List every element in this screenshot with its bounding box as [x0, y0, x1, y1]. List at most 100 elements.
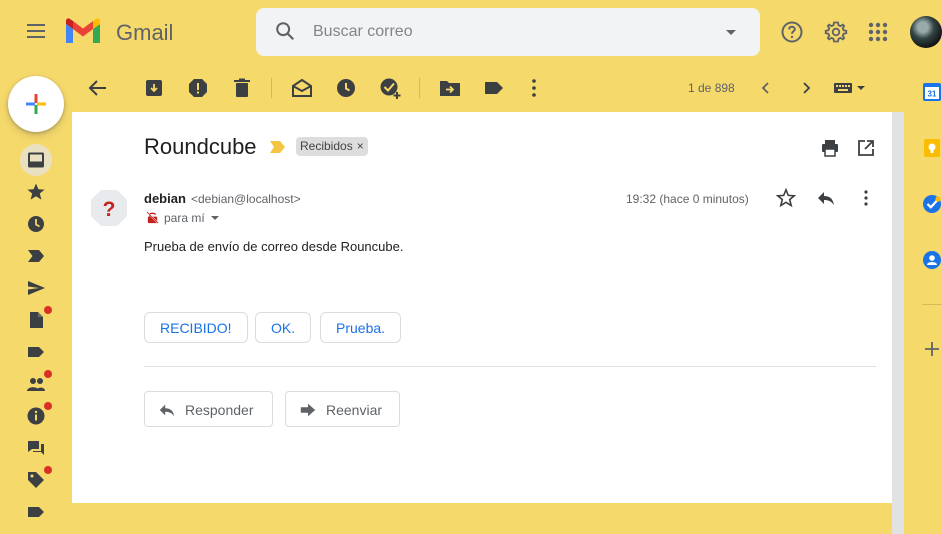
top-bar: Gmail Buscar correo	[0, 0, 942, 64]
draft-icon	[30, 312, 43, 328]
brand-name: Gmail	[116, 20, 174, 45]
label-icon	[28, 507, 44, 517]
nav-starred[interactable]	[20, 178, 52, 206]
star-outline-icon[interactable]	[776, 188, 796, 208]
nav-drafts[interactable]	[20, 306, 52, 334]
forward-label: Reenviar	[326, 402, 383, 418]
remove-label-close-icon[interactable]: ×	[357, 139, 364, 153]
search-input[interactable]: Buscar correo	[313, 23, 413, 41]
forward-button[interactable]: Reenviar	[285, 391, 400, 427]
nav-label-2[interactable]	[20, 498, 52, 526]
notification-dot	[44, 370, 52, 378]
nav-important[interactable]	[20, 242, 52, 270]
label-icon	[28, 347, 44, 357]
account-avatar[interactable]	[910, 16, 942, 48]
message-view: Roundcube Recibidos × ? debian <debian@lo…	[72, 112, 892, 503]
add-task-icon[interactable]	[378, 76, 402, 100]
side-panel: 31	[904, 64, 942, 534]
notification-dot	[44, 466, 52, 474]
compose-button[interactable]	[8, 76, 64, 132]
search-options-chevron-icon[interactable]	[726, 30, 736, 35]
svg-text:?: ?	[103, 198, 116, 221]
people-icon	[27, 378, 45, 391]
tasks-icon[interactable]	[922, 194, 942, 214]
left-nav	[0, 64, 72, 534]
reply-icon	[159, 404, 175, 417]
smart-reply-button[interactable]: RECIBIDO!	[144, 312, 248, 343]
print-icon[interactable]	[820, 138, 840, 158]
report-spam-icon[interactable]	[186, 76, 210, 100]
delete-icon[interactable]	[230, 76, 254, 100]
add-addon-plus-icon[interactable]	[922, 339, 942, 359]
keep-icon[interactable]	[922, 138, 942, 158]
contacts-icon[interactable]	[922, 250, 942, 270]
message-toolbar: 1 de 898	[72, 64, 892, 112]
nav-forums[interactable]	[20, 434, 52, 462]
forward-icon	[300, 403, 316, 417]
back-arrow-icon[interactable]	[86, 76, 110, 100]
notification-dot	[44, 306, 52, 314]
nav-snoozed[interactable]	[20, 210, 52, 238]
svg-text:31: 31	[928, 90, 937, 99]
divider	[922, 304, 942, 305]
tag-icon	[28, 472, 44, 488]
gmail-logo-icon	[66, 18, 100, 43]
search-bar[interactable]: Buscar correo	[256, 8, 760, 56]
archive-icon[interactable]	[142, 76, 166, 100]
info-icon	[27, 407, 45, 425]
important-marker-icon[interactable]	[270, 141, 286, 153]
send-icon	[28, 281, 45, 295]
label-chip-inbox[interactable]: Recibidos ×	[296, 137, 368, 156]
apps-grid-icon[interactable]	[866, 20, 890, 44]
more-vert-icon[interactable]	[522, 76, 546, 100]
main-menu-button[interactable]	[24, 20, 48, 44]
open-new-window-icon[interactable]	[856, 138, 876, 158]
compose-plus-icon	[26, 94, 46, 114]
mark-unread-icon[interactable]	[290, 76, 314, 100]
reply-button[interactable]: Responder	[144, 391, 273, 427]
search-icon[interactable]	[274, 20, 296, 42]
older-chevron-right-icon[interactable]	[794, 76, 818, 100]
pagination-count: 1 de 898	[688, 81, 735, 95]
more-vert-icon[interactable]	[856, 188, 876, 208]
message-body: Prueba de envío de correo desde Rouncube…	[144, 239, 404, 254]
label-icon[interactable]	[482, 76, 506, 100]
reply-label: Responder	[185, 402, 254, 418]
unencrypted-lock-icon	[146, 211, 159, 224]
nav-updates[interactable]	[20, 402, 52, 430]
toolbar-divider	[419, 78, 420, 98]
clock-icon	[28, 216, 44, 232]
scrollbar[interactable]	[892, 112, 904, 534]
nav-sent[interactable]	[20, 274, 52, 302]
input-tools-keyboard-icon[interactable]	[832, 76, 868, 100]
gear-icon[interactable]	[824, 20, 848, 44]
inbox-icon	[28, 152, 44, 168]
recipient-label: para mí	[164, 211, 205, 225]
nav-inbox[interactable]	[20, 144, 52, 176]
snooze-clock-icon[interactable]	[334, 76, 358, 100]
label-chip-text: Recibidos	[300, 139, 353, 153]
recipient-chevron-down-icon[interactable]	[210, 216, 219, 220]
reply-icon[interactable]	[816, 188, 836, 208]
nav-social[interactable]	[20, 370, 52, 398]
toolbar-divider	[271, 78, 272, 98]
smart-reply-button[interactable]: OK.	[255, 312, 312, 343]
divider	[144, 366, 876, 367]
forum-icon	[28, 441, 44, 455]
nav-promotions[interactable]	[20, 466, 52, 494]
sender-name[interactable]: debian	[144, 191, 186, 206]
star-icon	[27, 183, 45, 200]
help-icon[interactable]	[780, 20, 804, 44]
sender-email: <debian@localhost>	[191, 192, 301, 206]
nav-label[interactable]	[20, 338, 52, 366]
message-timestamp: 19:32 (hace 0 minutos)	[626, 192, 749, 206]
move-to-folder-icon[interactable]	[438, 76, 462, 100]
important-icon	[28, 250, 44, 262]
sender-avatar-unknown-icon: ?	[91, 190, 127, 226]
smart-reply-button[interactable]: Prueba.	[320, 312, 402, 343]
calendar-icon[interactable]: 31	[922, 82, 942, 102]
newer-chevron-left-icon[interactable]	[754, 76, 778, 100]
recipient-details[interactable]: para mí	[146, 211, 219, 225]
notification-dot	[44, 402, 52, 410]
message-subject: Roundcube	[144, 134, 257, 159]
